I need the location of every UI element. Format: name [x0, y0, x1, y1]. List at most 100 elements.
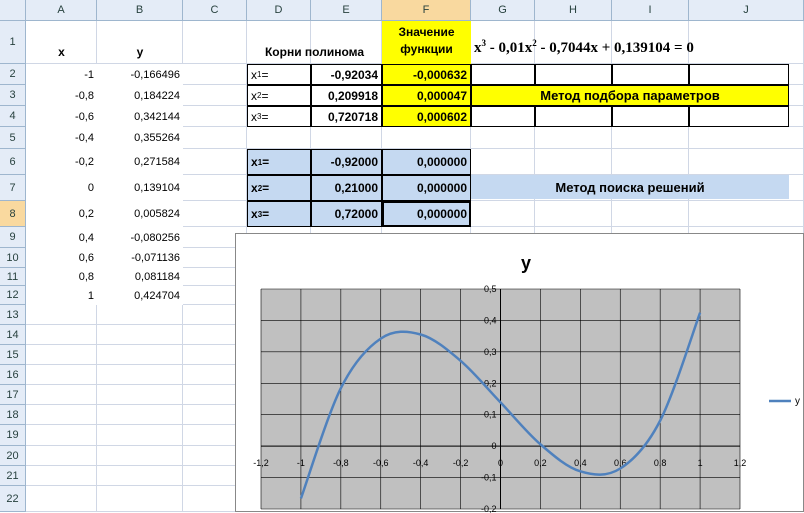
params-empty-cell[interactable]: [535, 106, 612, 127]
params-function-value[interactable]: 0,000047: [382, 85, 471, 106]
x-tick-label: -1: [297, 458, 305, 468]
params-root-value[interactable]: 0,720718: [311, 106, 382, 127]
function-value-title[interactable]: Значение функции: [382, 21, 471, 64]
row-header-14[interactable]: 14: [0, 325, 26, 345]
cell-x[interactable]: -0,2: [26, 149, 97, 175]
cell-y[interactable]: -0,071136: [97, 248, 183, 268]
header-x[interactable]: x: [26, 40, 97, 64]
row-header-10[interactable]: 10: [0, 248, 26, 268]
cell-y[interactable]: 0,081184: [97, 268, 183, 286]
params-root-label[interactable]: x2=: [247, 85, 311, 106]
row-header-1[interactable]: 1: [0, 21, 26, 64]
column-header-e[interactable]: E: [311, 0, 382, 21]
params-empty-cell[interactable]: [689, 106, 789, 127]
column-header-b[interactable]: B: [97, 0, 183, 21]
solver-root-value[interactable]: 0,72000: [311, 201, 382, 227]
solver-root-label[interactable]: x1=: [247, 149, 311, 175]
cell-x[interactable]: 0,2: [26, 201, 97, 227]
params-empty-cell[interactable]: [689, 64, 789, 85]
solver-root-value[interactable]: 0,21000: [311, 175, 382, 201]
row-header-22[interactable]: 22: [0, 486, 26, 512]
solver-root-label[interactable]: x3=: [247, 201, 311, 227]
column-header-c[interactable]: C: [183, 0, 247, 21]
cell-y[interactable]: -0,166496: [97, 64, 183, 85]
params-empty-cell[interactable]: [471, 64, 535, 85]
line-chart[interactable]: y-0,2-0,100,10,20,30,40,5-1,2-1-0,8-0,6-…: [236, 234, 804, 513]
function-value-title-line1: Значение: [382, 24, 471, 41]
solver-root-value[interactable]: -0,92000: [311, 149, 382, 175]
cell-y[interactable]: 0,139104: [97, 175, 183, 201]
row-header-5[interactable]: 5: [0, 127, 26, 149]
row-header-2[interactable]: 2: [0, 64, 26, 85]
header-y[interactable]: y: [97, 40, 183, 64]
params-root-value[interactable]: 0,209918: [311, 85, 382, 106]
cell-x[interactable]: 0,6: [26, 248, 97, 268]
row-header-17[interactable]: 17: [0, 385, 26, 405]
solver-method-title[interactable]: Метод поиска решений: [471, 175, 789, 199]
x-tick-label: -0,2: [453, 458, 469, 468]
root-equals: =: [261, 110, 268, 124]
chart-area[interactable]: y-0,2-0,100,10,20,30,40,5-1,2-1-0,8-0,6-…: [235, 233, 804, 512]
column-header-j[interactable]: J: [689, 0, 804, 21]
solver-root-label[interactable]: x2=: [247, 175, 311, 201]
params-empty-cell[interactable]: [535, 64, 612, 85]
params-empty-cell[interactable]: [612, 64, 689, 85]
column-header-f[interactable]: F: [382, 0, 471, 21]
row-header-6[interactable]: 6: [0, 149, 26, 175]
polynomial-equation[interactable]: x3 - 0,01x2 - 0,7044x + 0,139104 = 0: [474, 38, 804, 64]
roots-title[interactable]: Корни полинома: [247, 40, 382, 64]
row-header-3[interactable]: 3: [0, 85, 26, 106]
eq-term3: - 0,7044x + 0,139104 = 0: [537, 40, 694, 56]
cell-y[interactable]: 0,355264: [97, 127, 183, 149]
row-header-9[interactable]: 9: [0, 227, 26, 248]
params-empty-cell[interactable]: [471, 106, 535, 127]
legend-label: y: [795, 396, 800, 407]
row-header-15[interactable]: 15: [0, 345, 26, 365]
cell-x[interactable]: 0,4: [26, 227, 97, 248]
root-equals: =: [262, 181, 269, 195]
row-header-8[interactable]: 8: [0, 201, 26, 227]
cell-x[interactable]: 0,8: [26, 268, 97, 286]
cell-x[interactable]: -1: [26, 64, 97, 85]
column-header-a[interactable]: A: [26, 0, 97, 21]
params-root-value[interactable]: -0,92034: [311, 64, 382, 85]
row-header-21[interactable]: 21: [0, 466, 26, 486]
row-header-7[interactable]: 7: [0, 175, 26, 201]
cell-x[interactable]: 1: [26, 286, 97, 305]
params-root-label[interactable]: x3=: [247, 106, 311, 127]
cell-x[interactable]: -0,6: [26, 106, 97, 127]
solver-function-value[interactable]: 0,000000: [382, 201, 471, 227]
x-tick-label: 0,8: [654, 458, 667, 468]
column-header-g[interactable]: G: [471, 0, 535, 21]
params-empty-cell[interactable]: [612, 106, 689, 127]
row-header-20[interactable]: 20: [0, 446, 26, 466]
cell-y[interactable]: 0,424704: [97, 286, 183, 305]
cell-x[interactable]: -0,8: [26, 85, 97, 106]
cell-y[interactable]: -0,080256: [97, 227, 183, 248]
row-header-12[interactable]: 12: [0, 286, 26, 305]
solver-function-value[interactable]: 0,000000: [382, 149, 471, 175]
select-all-corner[interactable]: [0, 0, 26, 21]
cell-y[interactable]: 0,342144: [97, 106, 183, 127]
column-header-d[interactable]: D: [247, 0, 311, 21]
params-function-value[interactable]: 0,000602: [382, 106, 471, 127]
cell-y[interactable]: 0,005824: [97, 201, 183, 227]
row-header-19[interactable]: 19: [0, 425, 26, 446]
cell-x[interactable]: -0,4: [26, 127, 97, 149]
column-header-h[interactable]: H: [535, 0, 612, 21]
solver-function-value[interactable]: 0,000000: [382, 175, 471, 201]
y-tick-label: 0,3: [484, 347, 497, 357]
row-header-11[interactable]: 11: [0, 268, 26, 286]
cell-y[interactable]: 0,184224: [97, 85, 183, 106]
cell-y[interactable]: 0,271584: [97, 149, 183, 175]
root-equals: =: [261, 89, 268, 103]
row-header-4[interactable]: 4: [0, 106, 26, 127]
params-method-title[interactable]: Метод подбора параметров: [471, 85, 789, 106]
row-header-18[interactable]: 18: [0, 405, 26, 425]
params-function-value[interactable]: -0,000632: [382, 64, 471, 85]
params-root-label[interactable]: x1=: [247, 64, 311, 85]
row-header-13[interactable]: 13: [0, 305, 26, 325]
column-header-i[interactable]: I: [612, 0, 689, 21]
row-header-16[interactable]: 16: [0, 365, 26, 385]
cell-x[interactable]: 0: [26, 175, 97, 201]
